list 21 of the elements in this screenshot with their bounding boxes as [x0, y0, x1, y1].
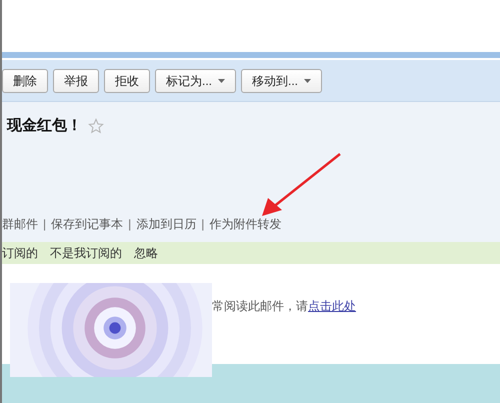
star-icon[interactable] — [88, 118, 104, 134]
separator: | — [201, 216, 204, 233]
toolbar-button[interactable]: 删除 — [2, 68, 48, 92]
caret-icon — [304, 78, 312, 82]
separator: | — [43, 216, 46, 233]
subscription-link[interactable]: 订阅的 — [2, 244, 38, 262]
separator: | — [128, 216, 132, 233]
mail-action-link[interactable]: 群邮件 — [2, 215, 38, 233]
dropdown-button[interactable]: 标记为... — [155, 68, 236, 92]
notice-text: 常阅读此邮件，请 — [212, 299, 308, 313]
mail-subject: 现金红包！ — [7, 116, 82, 136]
mail-action-link[interactable]: 添加到日历 — [136, 215, 196, 233]
subscription-link[interactable]: 忽略 — [134, 244, 158, 262]
toolbar-button[interactable]: 举报 — [53, 68, 99, 92]
caret-icon — [218, 78, 226, 82]
subscription-link[interactable]: 不是我订阅的 — [50, 244, 122, 262]
click-here-link[interactable]: 点击此处 — [308, 299, 356, 313]
dropdown-button[interactable]: 移动到... — [241, 68, 322, 92]
mail-action-link[interactable]: 作为附件转发 — [209, 215, 282, 233]
toolbar-button[interactable]: 拒收 — [104, 68, 150, 92]
mail-action-link[interactable]: 保存到记事本 — [51, 215, 124, 233]
